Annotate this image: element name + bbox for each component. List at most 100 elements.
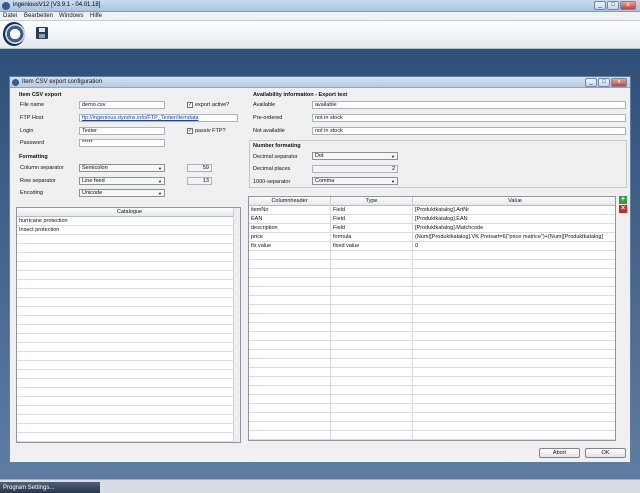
row-separator-select[interactable]: Line feed xyxy=(79,177,165,185)
delete-icon[interactable]: × xyxy=(619,205,627,213)
export-active-checkbox[interactable]: ✓ xyxy=(187,102,193,108)
table-row[interactable] xyxy=(17,370,235,379)
menu-hilfe[interactable]: Hilfe xyxy=(90,13,102,19)
table-row[interactable] xyxy=(17,343,235,352)
program-settings-tab[interactable]: Program Settings... xyxy=(0,482,100,493)
table-row[interactable]: description Field [Produktkatalog].Matchco… xyxy=(249,224,615,233)
table-row[interactable] xyxy=(17,244,235,253)
columnheader-header[interactable]: Columnheader xyxy=(249,197,331,206)
availability-preordered-field[interactable]: not in stock xyxy=(312,114,626,122)
table-row[interactable] xyxy=(17,235,235,244)
table-row[interactable] xyxy=(249,404,615,413)
row-separator-code[interactable]: 13 xyxy=(187,177,212,185)
value-header[interactable]: Value xyxy=(413,197,615,206)
ftp-host-field[interactable]: ftp://ingenious.dyndns.info/FTP_Tester/i… xyxy=(79,114,238,122)
table-row[interactable] xyxy=(249,287,615,296)
table-row[interactable] xyxy=(17,352,235,361)
close-button[interactable]: x xyxy=(620,1,636,10)
table-row[interactable] xyxy=(249,332,615,341)
column-separator-label: Column separator xyxy=(20,165,64,171)
encoding-select[interactable]: Unicode xyxy=(79,189,165,197)
catalogue-column-header[interactable]: Catalogue xyxy=(17,208,240,217)
type-header[interactable]: Type xyxy=(331,197,413,206)
table-row[interactable] xyxy=(17,253,235,262)
availability-available-field[interactable]: available xyxy=(312,101,626,109)
type-cell xyxy=(331,422,413,431)
table-row[interactable] xyxy=(249,377,615,386)
table-row[interactable]: itemNo Field [Produktkatalog].ArtNr xyxy=(249,206,615,215)
table-row[interactable] xyxy=(17,424,235,433)
table-row[interactable] xyxy=(17,316,235,325)
table-row[interactable] xyxy=(249,395,615,404)
add-icon[interactable]: + xyxy=(619,196,627,204)
table-row[interactable] xyxy=(249,413,615,422)
dialog-close-button[interactable]: x xyxy=(611,78,627,87)
passiv-ftp-checkbox[interactable]: ✓ xyxy=(187,128,193,134)
app-titlebar: ingeniousV12 [V3.9.1 - 04.01.18] _ □ x xyxy=(0,0,640,12)
type-cell xyxy=(331,386,413,395)
decimal-places-field[interactable]: 2 xyxy=(312,165,398,173)
table-row[interactable] xyxy=(17,379,235,388)
table-row[interactable] xyxy=(17,289,235,298)
columnheader-cell xyxy=(249,404,331,413)
table-row[interactable] xyxy=(17,334,235,343)
table-row[interactable]: fix value fixed value 0 xyxy=(249,242,615,251)
dialog-minimize-button[interactable]: _ xyxy=(585,78,597,87)
table-row[interactable] xyxy=(17,388,235,397)
table-row[interactable] xyxy=(249,350,615,359)
table-row[interactable] xyxy=(17,280,235,289)
column-separator-code[interactable]: 59 xyxy=(187,164,212,172)
table-row[interactable] xyxy=(17,307,235,316)
table-row[interactable]: price formula (Num([Produktkatalog].VK Pre… xyxy=(249,233,615,242)
table-row[interactable]: Insect protection xyxy=(17,226,235,235)
catalogue-scrollbar[interactable] xyxy=(233,208,240,442)
availability-not-available-field[interactable]: not in stock xyxy=(312,127,626,135)
table-row[interactable] xyxy=(17,298,235,307)
columnheader-cell: description xyxy=(249,224,331,233)
file-name-field[interactable]: demo.csv xyxy=(79,101,165,109)
maximize-button[interactable]: □ xyxy=(607,1,619,10)
decimal-separator-select[interactable]: Dot xyxy=(312,152,398,160)
thousand-separator-select[interactable]: Comma xyxy=(312,177,398,185)
table-row[interactable] xyxy=(249,341,615,350)
dialog-maximize-button[interactable]: □ xyxy=(598,78,610,87)
table-row[interactable] xyxy=(249,386,615,395)
table-row[interactable] xyxy=(249,359,615,368)
ok-button[interactable]: OK xyxy=(585,448,626,458)
column-separator-select[interactable]: Semicolon xyxy=(79,164,165,172)
password-field[interactable]: ***** xyxy=(79,139,165,147)
type-cell xyxy=(331,341,413,350)
save-icon[interactable] xyxy=(36,27,48,39)
formatting-heading: Formatting xyxy=(19,154,48,160)
abort-button[interactable]: Abort xyxy=(539,448,580,458)
table-row[interactable] xyxy=(249,269,615,278)
table-row[interactable] xyxy=(17,433,235,442)
table-row[interactable] xyxy=(249,431,615,440)
menu-bearbeiten[interactable]: Bearbeiten xyxy=(24,13,53,19)
login-field[interactable]: Tester xyxy=(79,127,165,135)
table-row[interactable] xyxy=(17,397,235,406)
menu-datei[interactable]: Datei xyxy=(3,13,17,19)
minimize-button[interactable]: _ xyxy=(594,1,606,10)
table-row[interactable] xyxy=(17,361,235,370)
table-row[interactable] xyxy=(249,278,615,287)
menu-windows[interactable]: Windows xyxy=(59,13,83,19)
table-row[interactable] xyxy=(249,314,615,323)
table-row[interactable] xyxy=(249,422,615,431)
table-row[interactable] xyxy=(249,251,615,260)
value-cell xyxy=(413,278,615,287)
table-row[interactable] xyxy=(17,325,235,334)
table-row[interactable] xyxy=(17,406,235,415)
table-row[interactable] xyxy=(249,368,615,377)
table-row[interactable]: hurricane protection xyxy=(17,217,235,226)
table-row[interactable] xyxy=(249,260,615,269)
table-row[interactable] xyxy=(17,262,235,271)
columnheader-cell xyxy=(249,314,331,323)
value-cell xyxy=(413,332,615,341)
table-row[interactable] xyxy=(249,323,615,332)
table-row[interactable] xyxy=(17,415,235,424)
table-row[interactable] xyxy=(249,296,615,305)
table-row[interactable] xyxy=(17,271,235,280)
table-row[interactable]: EAN Field [Produktkatalog].EAN xyxy=(249,215,615,224)
table-row[interactable] xyxy=(249,305,615,314)
